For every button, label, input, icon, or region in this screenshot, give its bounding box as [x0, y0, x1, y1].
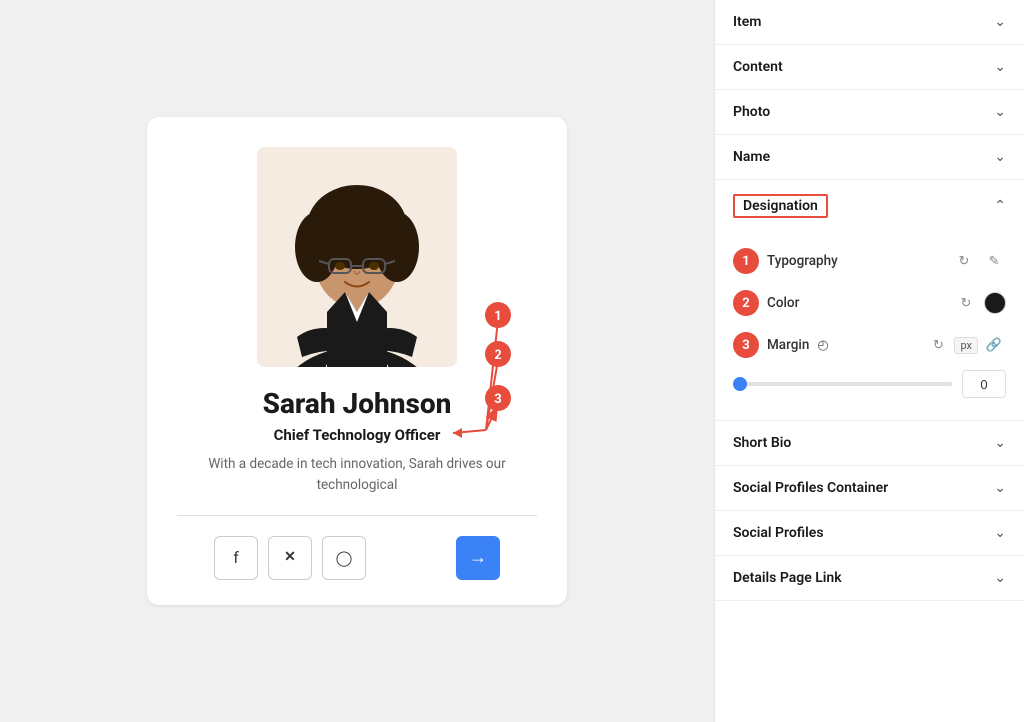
typography-reset-btn[interactable]: ↻ [952, 249, 976, 273]
facebook-button[interactable]: f [214, 536, 258, 580]
social-profiles-chevron: ⌄ [994, 525, 1006, 541]
badge-2: 2 [733, 290, 759, 316]
person-name: Sarah Johnson [263, 387, 452, 420]
photo-chevron: ⌄ [994, 104, 1006, 120]
name-chevron: ⌄ [994, 149, 1006, 165]
photo-label: Photo [733, 104, 770, 120]
margin-controls: ↻ px 🔗 [926, 333, 1006, 357]
color-swatch[interactable] [984, 292, 1006, 314]
badge-3: 3 [733, 332, 759, 358]
details-page-link-label: Details Page Link [733, 570, 842, 586]
item-chevron: ⌄ [994, 14, 1006, 30]
content-label: Content [733, 59, 783, 75]
designation-chevron: ⌃ [994, 198, 1006, 214]
social-buttons-row: f ✕ ◯ → [214, 536, 500, 580]
color-label: Color [767, 295, 799, 311]
margin-label: Margin [767, 337, 809, 353]
social-profiles-container-chevron: ⌄ [994, 480, 1006, 496]
margin-row: 3 Margin ◴ ↻ px 🔗 [733, 324, 1006, 366]
social-profiles-container-section[interactable]: Social Profiles Container ⌄ [715, 466, 1024, 511]
person-bio: With a decade in tech innovation, Sarah … [177, 454, 537, 495]
social-profiles-container-label: Social Profiles Container [733, 480, 888, 496]
color-controls: ↻ [954, 291, 1006, 315]
person-card: Sarah Johnson Chief Technology Officer W… [147, 117, 567, 605]
margin-value-input[interactable] [962, 370, 1006, 398]
margin-slider-row [733, 366, 1006, 406]
settings-panel: Item ⌄ Content ⌄ Photo ⌄ Name ⌄ Designat… [714, 0, 1024, 722]
typography-label: Typography [767, 253, 838, 269]
arrow-button[interactable]: → [456, 536, 500, 580]
social-profiles-section[interactable]: Social Profiles ⌄ [715, 511, 1024, 556]
short-bio-section[interactable]: Short Bio ⌄ [715, 421, 1024, 466]
name-section[interactable]: Name ⌄ [715, 135, 1024, 180]
color-reset-btn[interactable]: ↻ [954, 291, 978, 315]
details-page-link-chevron: ⌄ [994, 570, 1006, 586]
twitter-button[interactable]: ✕ [268, 536, 312, 580]
card-divider [177, 515, 537, 516]
color-row: 2 Color ↻ [733, 282, 1006, 324]
typography-row: 1 Typography ↻ ✎ [733, 240, 1006, 282]
item-label: Item [733, 14, 761, 30]
details-page-link-section[interactable]: Details Page Link ⌄ [715, 556, 1024, 601]
typography-controls: ↻ ✎ [952, 249, 1006, 273]
slider-thumb[interactable] [733, 377, 747, 391]
name-label: Name [733, 149, 770, 165]
short-bio-chevron: ⌄ [994, 435, 1006, 451]
badge-1: 1 [733, 248, 759, 274]
person-title: Chief Technology Officer [274, 426, 441, 444]
margin-reset-btn[interactable]: ↻ [926, 333, 950, 357]
margin-unit: px [954, 337, 978, 354]
margin-slider-track[interactable] [733, 382, 952, 386]
avatar-image [257, 147, 457, 367]
item-section[interactable]: Item ⌄ [715, 0, 1024, 45]
avatar [257, 147, 457, 367]
designation-label: Designation [733, 194, 828, 218]
instagram-icon: ◯ [336, 549, 353, 567]
photo-section[interactable]: Photo ⌄ [715, 90, 1024, 135]
designation-settings: 1 Typography ↻ ✎ 2 Color ↻ [715, 232, 1024, 421]
margin-monitor-icon: ◴ [817, 338, 828, 353]
content-section[interactable]: Content ⌄ [715, 45, 1024, 90]
typography-edit-btn[interactable]: ✎ [982, 249, 1006, 273]
instagram-button[interactable]: ◯ [322, 536, 366, 580]
margin-link-btn[interactable]: 🔗 [982, 333, 1006, 357]
designation-section[interactable]: Designation ⌃ [715, 180, 1024, 232]
social-profiles-label: Social Profiles [733, 525, 824, 541]
content-chevron: ⌄ [994, 59, 1006, 75]
twitter-icon: ✕ [284, 549, 296, 566]
short-bio-label: Short Bio [733, 435, 791, 451]
